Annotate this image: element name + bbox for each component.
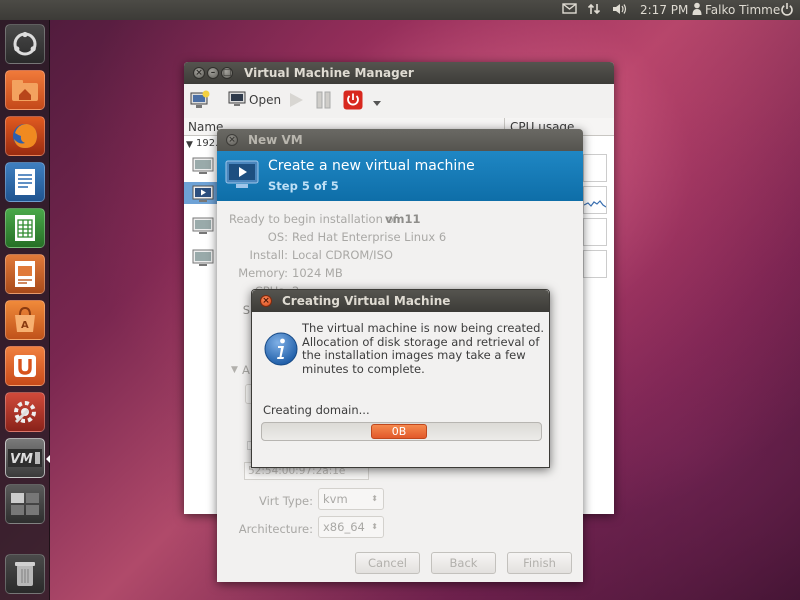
new-vm-icon[interactable]	[190, 90, 210, 113]
new-vm-title: New VM	[248, 133, 303, 147]
chevron-down-icon[interactable]	[373, 96, 381, 110]
close-icon[interactable]: ×	[226, 134, 238, 146]
clock[interactable]: 2:17 PM	[640, 2, 688, 18]
install-label: Install:	[249, 248, 289, 262]
os-value: Red Hat Enterprise Linux 6	[292, 230, 447, 244]
memory-value: 1024 MB	[292, 266, 343, 280]
cancel-button[interactable]: Cancel	[355, 552, 420, 574]
creating-message: The virtual machine is now being created…	[302, 321, 545, 376]
memory-label: Memory:	[238, 266, 288, 280]
open-icon[interactable]	[228, 91, 246, 110]
cpu-graph	[583, 154, 607, 182]
new-vm-icon	[225, 159, 261, 194]
host-name[interactable]: 192.	[196, 138, 218, 149]
shutdown-icon[interactable]	[343, 90, 363, 113]
cpu-graph	[583, 218, 607, 246]
ready-text: Ready to begin installation of	[229, 212, 398, 226]
workspaces-icon[interactable]	[5, 484, 45, 524]
software-center-icon[interactable]: A	[5, 300, 45, 340]
wizard-title: Create a new virtual machine	[268, 158, 475, 174]
virt-type-select[interactable]: kvm ⬍	[318, 488, 384, 510]
new-vm-titlebar[interactable]: × New VM	[217, 129, 583, 151]
calc-icon[interactable]	[5, 208, 45, 248]
vm-running-icon	[192, 185, 214, 206]
user-name[interactable]: Falko Timme	[705, 2, 780, 18]
vmm-titlebar[interactable]: × – □ Virtual Machine Manager	[184, 62, 614, 84]
volume-icon[interactable]	[612, 2, 628, 18]
user-icon	[692, 2, 702, 18]
power-icon[interactable]	[780, 2, 794, 18]
finish-button[interactable]: Finish	[507, 552, 572, 574]
mail-icon[interactable]	[562, 2, 577, 18]
open-button[interactable]: Open	[249, 93, 281, 107]
creating-title: Creating Virtual Machine	[282, 294, 451, 308]
top-panel: 2:17 PM Falko Timme	[0, 0, 800, 20]
svg-text:VM: VM	[10, 452, 33, 467]
progress-fill: 0B	[371, 424, 427, 439]
writer-icon[interactable]	[5, 162, 45, 202]
network-icon[interactable]	[587, 2, 601, 18]
vm-icon	[192, 217, 214, 238]
info-icon	[264, 332, 298, 369]
close-icon[interactable]: ×	[260, 295, 272, 307]
architecture-value: x86_64	[323, 520, 365, 534]
trash-icon[interactable]	[5, 554, 45, 594]
minimize-icon[interactable]: –	[207, 67, 219, 79]
pause-icon[interactable]	[315, 91, 333, 112]
impress-icon[interactable]	[5, 254, 45, 294]
cpu-graph	[583, 250, 607, 278]
ubuntu-one-icon[interactable]	[5, 346, 45, 386]
svg-text:A: A	[21, 320, 29, 331]
storage-label: S	[242, 303, 250, 317]
active-indicator	[46, 455, 50, 463]
install-value: Local CDROM/ISO	[292, 248, 393, 262]
back-button[interactable]: Back	[431, 552, 496, 574]
architecture-label: Architecture:	[238, 522, 313, 536]
vm-name: vm11	[385, 212, 421, 226]
firefox-icon[interactable]	[5, 116, 45, 156]
maximize-icon[interactable]: □	[221, 67, 233, 79]
creating-progress-bar: 0B	[261, 422, 542, 441]
virt-type-value: kvm	[323, 492, 348, 506]
run-icon[interactable]	[288, 92, 304, 111]
vmm-title: Virtual Machine Manager	[244, 66, 414, 80]
close-icon[interactable]: ×	[193, 67, 205, 79]
system-settings-icon[interactable]	[5, 392, 45, 432]
advanced-expander-icon[interactable]: ▼	[231, 365, 238, 375]
vm-icon	[192, 249, 214, 270]
virt-manager-icon[interactable]: VM	[5, 438, 45, 478]
dash-icon[interactable]	[5, 24, 45, 64]
creating-titlebar[interactable]: × Creating Virtual Machine	[252, 290, 549, 312]
virt-type-label: Virt Type:	[259, 494, 313, 508]
advanced-label[interactable]: A	[242, 363, 250, 377]
wizard-banner: Create a new virtual machine Step 5 of 5	[217, 151, 583, 201]
creating-status: Creating domain...	[263, 403, 370, 417]
launcher: A VM	[0, 20, 50, 600]
creating-vm-dialog: × Creating Virtual Machine The virtual m…	[251, 289, 550, 468]
wizard-step: Step 5 of 5	[268, 179, 339, 193]
vmm-toolbar: Open	[184, 84, 614, 118]
vm-icon	[192, 157, 214, 178]
cpu-graph	[583, 186, 607, 214]
architecture-select[interactable]: x86_64 ⬍	[318, 516, 384, 538]
spinner-icon: ⬍	[371, 494, 378, 503]
spinner-icon: ⬍	[371, 522, 378, 531]
expander-icon[interactable]: ▼	[186, 140, 193, 150]
home-folder-icon[interactable]	[5, 70, 45, 110]
os-label: OS:	[267, 230, 288, 244]
